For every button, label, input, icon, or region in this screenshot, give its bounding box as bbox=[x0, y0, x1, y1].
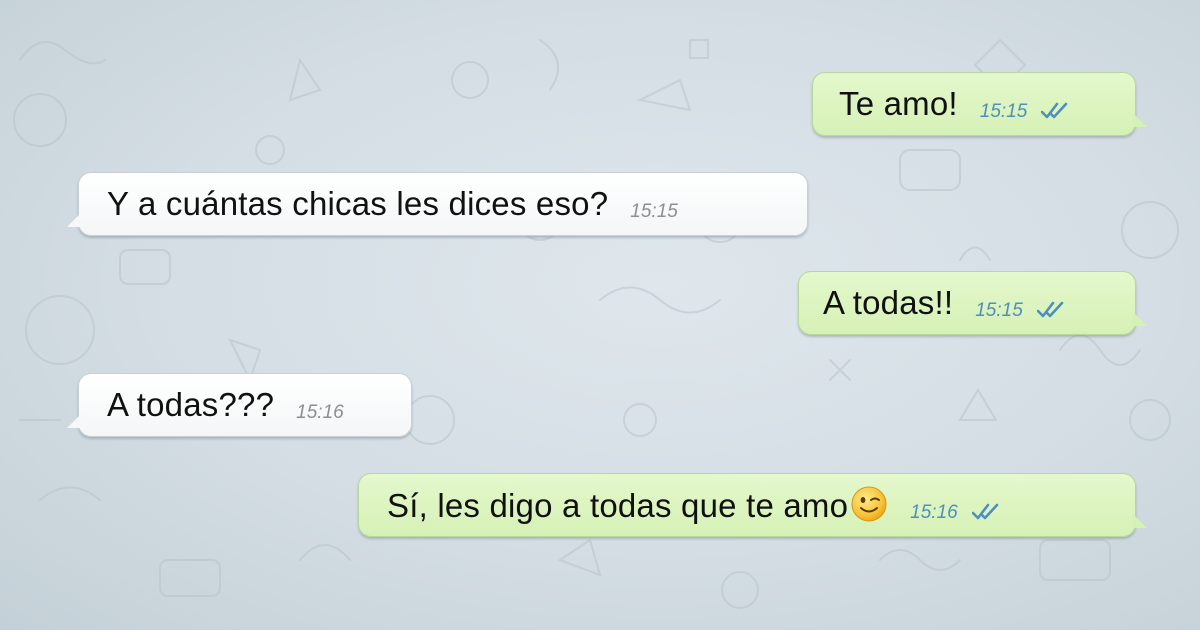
winking-face-emoji bbox=[851, 486, 887, 522]
double-check-icon bbox=[1036, 301, 1064, 318]
message-text: Te amo! bbox=[839, 85, 958, 122]
double-check-icon bbox=[1041, 102, 1068, 119]
outgoing-message-bubble[interactable]: A todas!! 15:15 bbox=[798, 271, 1147, 335]
message-timestamp: 15:15 bbox=[979, 101, 1028, 122]
incoming-message-bubble[interactable]: A todas??? 15:16 bbox=[67, 373, 412, 437]
message-timestamp: 15:15 bbox=[975, 300, 1023, 321]
incoming-message-bubble[interactable]: Y a cuántas chicas les dices eso? 15:15 bbox=[67, 172, 808, 236]
outgoing-message-bubble[interactable]: Sí, les digo a todas que te amo 15:16 bbox=[358, 473, 1147, 537]
double-check-icon bbox=[971, 503, 999, 520]
message-timestamp: 15:16 bbox=[296, 402, 344, 423]
message-timestamp: 15:15 bbox=[630, 201, 678, 222]
message-text: Sí, les digo a todas que te amo bbox=[387, 487, 849, 524]
chat-conversation: Te amo! 15:15 Y a cuántas chicas les dic… bbox=[0, 0, 1200, 630]
message-text-wrapper: Sí, les digo a todas que te amo bbox=[387, 485, 888, 525]
message-text: A todas!! bbox=[823, 284, 954, 321]
message-text: Y a cuántas chicas les dices eso? bbox=[107, 185, 609, 222]
message-timestamp: 15:16 bbox=[910, 502, 958, 523]
outgoing-message-bubble[interactable]: Te amo! 15:15 bbox=[812, 72, 1147, 136]
message-text: A todas??? bbox=[107, 386, 275, 423]
